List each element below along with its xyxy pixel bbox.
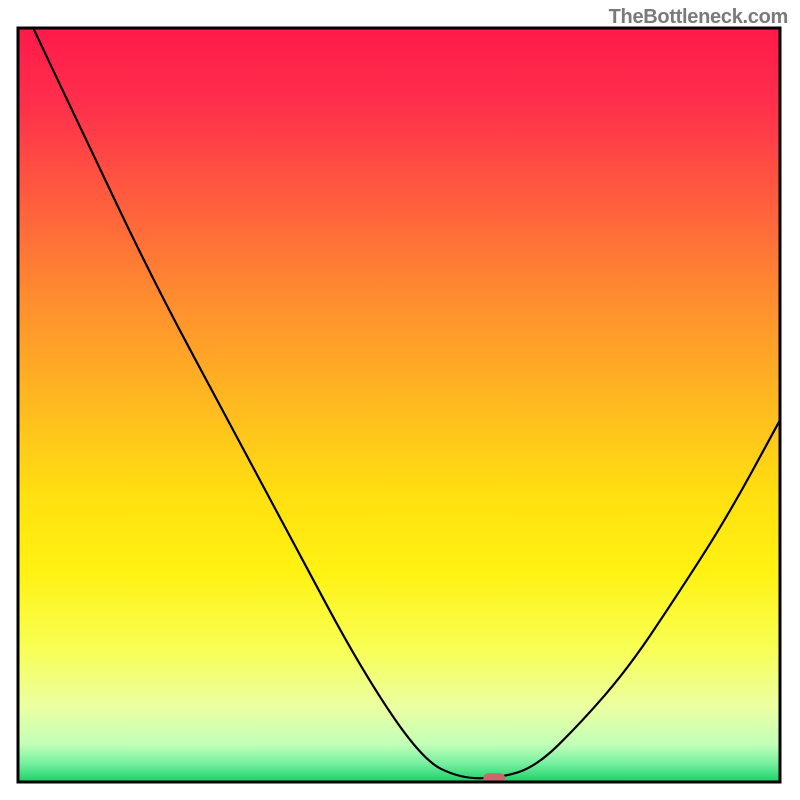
plot-background bbox=[18, 28, 780, 782]
chart-container: TheBottleneck.com bbox=[0, 0, 800, 800]
bottleneck-chart bbox=[0, 0, 800, 800]
attribution-label: TheBottleneck.com bbox=[609, 6, 788, 29]
